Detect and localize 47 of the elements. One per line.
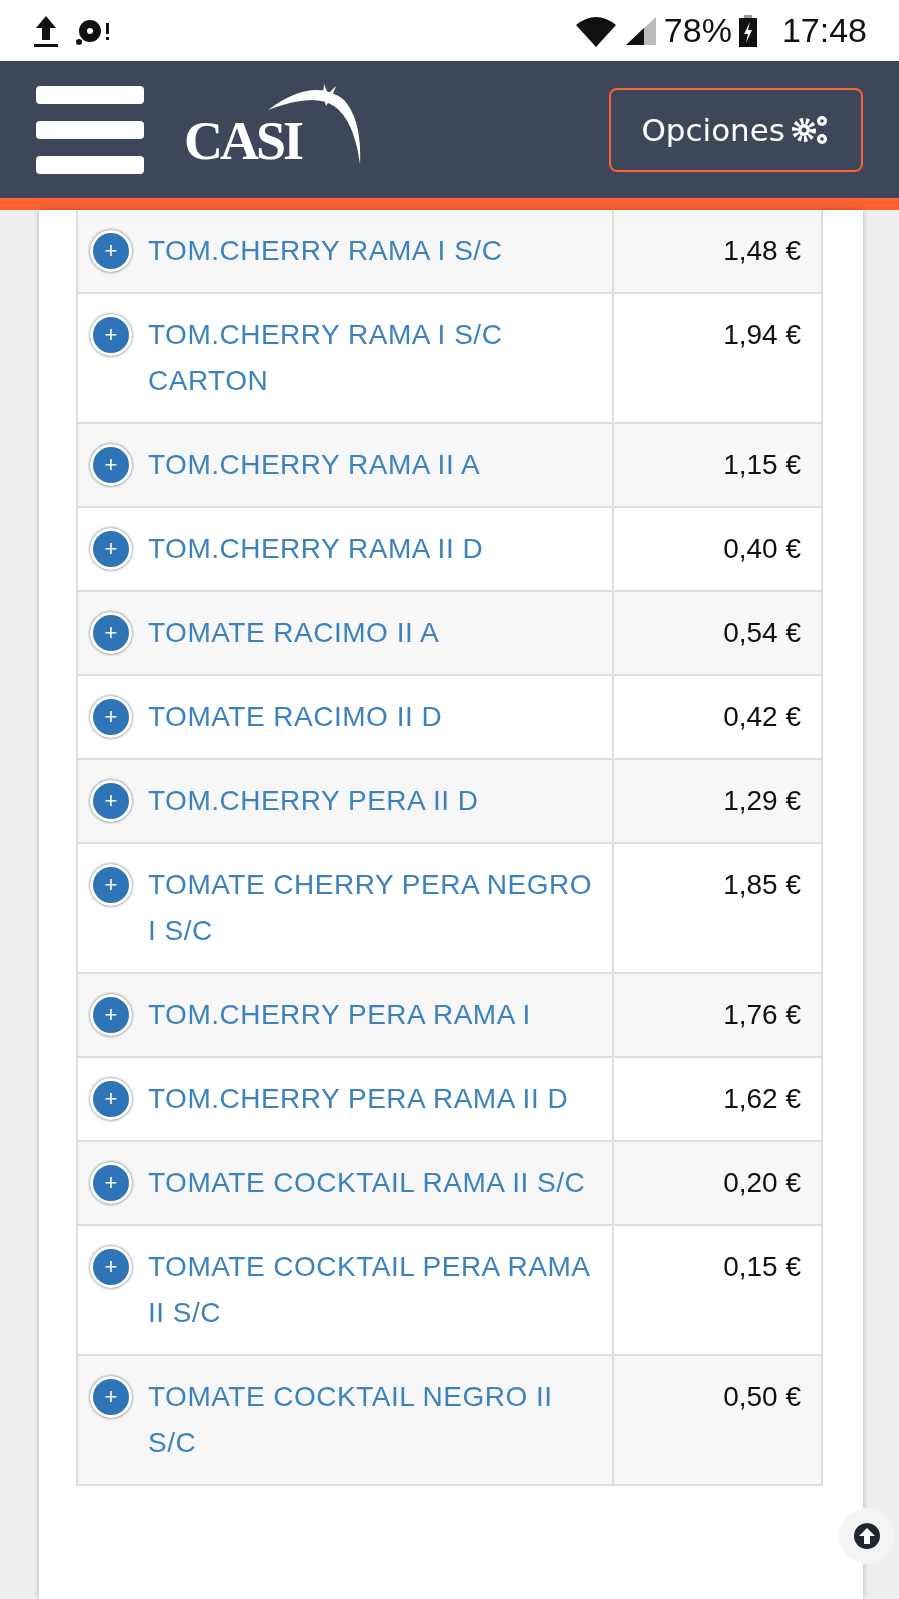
product-name: TOM.CHERRY RAMA I S/C CARTON [148,318,504,398]
product-price: 1,62 € [723,1083,801,1114]
expand-button[interactable]: + [90,1376,132,1418]
product-price: 1,15 € [723,449,801,480]
product-name: TOMATE CHERRY PERA NEGRO I S/C [148,868,594,948]
options-button[interactable]: Opciones [609,87,863,172]
product-name: TOM.CHERRY RAMA II A [148,448,481,482]
product-name: TOMATE RACIMO II A [148,616,440,650]
product-name: TOMATE COCKTAIL NEGRO II S/C [148,1380,554,1460]
product-name: TOMATE RACIMO II D [148,700,443,734]
product-price: 0,20 € [723,1167,801,1198]
expand-button[interactable]: + [90,1162,132,1204]
product-price: 0,15 € [723,1251,801,1282]
product-name: TOM.CHERRY RAMA II D [148,532,484,566]
battery-charging-icon [737,14,758,47]
product-price: 1,85 € [723,869,801,900]
expand-button[interactable]: + [90,314,132,356]
product-price: 1,94 € [723,319,801,350]
product-price: 1,76 € [723,999,801,1030]
product-price: 0,54 € [723,617,801,648]
product-name: TOM.CHERRY PERA II D [148,784,479,818]
expand-button[interactable]: + [90,696,132,738]
expand-button[interactable]: + [90,994,132,1036]
arrow-up-icon [853,1522,881,1550]
menu-button[interactable] [36,85,144,174]
product-name: TOMATE COCKTAIL PERA RAMA II S/C [148,1250,591,1330]
product-price: 1,48 € [723,235,801,266]
expand-button[interactable]: + [90,1078,132,1120]
expand-button[interactable]: + [90,230,132,272]
product-name: TOM.CHERRY RAMA I S/C [148,234,503,268]
product-price: 1,29 € [723,785,801,816]
expand-button[interactable]: + [90,864,132,906]
clock-time: 17:48 [781,11,867,50]
wifi-icon [573,14,618,47]
expand-button[interactable]: + [90,528,132,570]
product-name: TOMATE COCKTAIL RAMA II S/C [148,1166,586,1200]
product-name: TOM.CHERRY PERA RAMA II D [148,1082,569,1116]
expand-button[interactable]: + [90,612,132,654]
product-name: TOM.CHERRY PERA RAMA I [148,998,531,1032]
product-price: 0,40 € [723,533,801,564]
expand-button[interactable]: + [90,780,132,822]
product-price: 0,50 € [723,1381,801,1412]
expand-button[interactable]: + [90,1246,132,1288]
battery-level: 78% [663,11,732,50]
product-price: 0,42 € [723,701,801,732]
logo-text: CASI [184,109,302,172]
expand-button[interactable]: + [90,444,132,486]
